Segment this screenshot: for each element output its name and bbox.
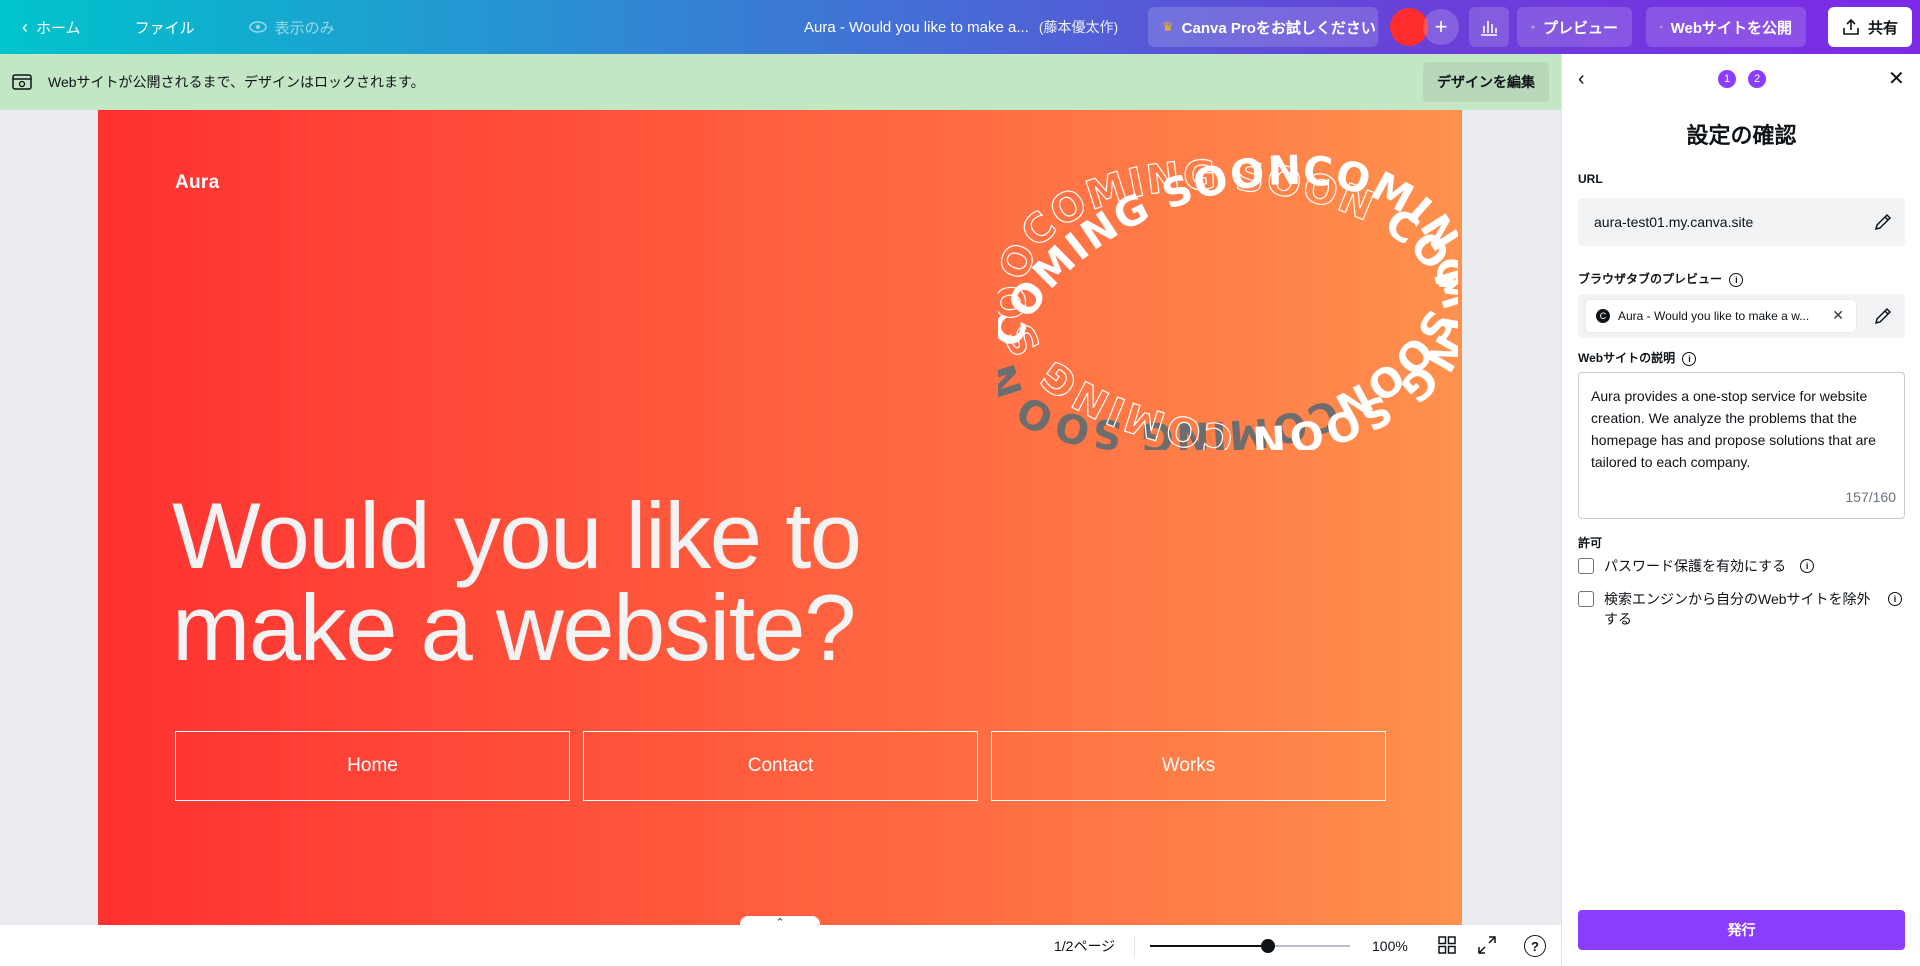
publish-button[interactable]: 発行 xyxy=(1578,910,1905,950)
canvas-workspace: Aura COMING SOON COMING SOON COMING SOON… xyxy=(0,110,1561,925)
headline-line-1: Would you like to xyxy=(172,483,862,588)
description-value: Aura provides a one-stop service for web… xyxy=(1591,388,1876,470)
headline: Would you like to make a website? xyxy=(172,483,1072,680)
pencil-icon[interactable] xyxy=(1873,212,1893,232)
site-logo: Aura xyxy=(175,172,220,193)
design-page[interactable]: Aura COMING SOON COMING SOON COMING SOON… xyxy=(98,110,1462,925)
crown-icon: ♛ xyxy=(1162,19,1174,34)
step-1: 1 xyxy=(1718,70,1736,88)
fullscreen-icon[interactable] xyxy=(1478,936,1496,954)
browser-tab-preview: C Aura - Would you like to make a w... ✕ xyxy=(1586,300,1856,332)
chevron-up-icon: ⌃ xyxy=(775,917,785,925)
search-exclude-row: 検索エンジンから自分のWebサイトを除外する i xyxy=(1578,589,1908,629)
grid-view-icon[interactable] xyxy=(1438,936,1456,954)
url-value: aura-test01.my.canva.site xyxy=(1594,214,1754,230)
close-icon[interactable]: ✕ xyxy=(1888,66,1905,91)
document-owner: (藤本優太作) xyxy=(1038,19,1119,35)
tab-preview-label: ブラウザタブのプレビュー xyxy=(1578,272,1723,286)
password-checkbox[interactable] xyxy=(1578,558,1594,574)
back-chevron-icon[interactable]: ‹ xyxy=(1578,68,1585,91)
url-label: URL xyxy=(1578,172,1603,186)
zoom-slider-fill xyxy=(1150,945,1268,947)
edit-design-button[interactable]: デザインを編集 xyxy=(1423,62,1549,102)
description-label: Webサイトの説明 xyxy=(1578,351,1676,365)
file-menu-button[interactable]: ファイル xyxy=(123,0,207,54)
step-indicator: 1 2 xyxy=(1718,70,1766,88)
favicon-icon: C xyxy=(1596,309,1610,323)
nav-works[interactable]: Works xyxy=(991,731,1386,801)
info-icon[interactable]: i xyxy=(1682,351,1697,366)
zoom-slider-handle[interactable] xyxy=(1261,939,1275,953)
password-protection-row: パスワード保護を有効にする i xyxy=(1578,556,1908,576)
url-field[interactable]: aura-test01.my.canva.site xyxy=(1578,198,1905,246)
share-label: 共有 xyxy=(1867,19,1898,37)
divider xyxy=(1134,935,1135,957)
panel-title: 設定の確認 xyxy=(1686,123,1797,148)
lock-message: Webサイトが公開されるまで、デザインはロックされます。 xyxy=(48,74,425,90)
plus-icon: + xyxy=(1434,14,1448,39)
tab-preview-label-row: ブラウザタブのプレビュー i xyxy=(1578,270,1744,287)
bar-chart-icon xyxy=(1481,21,1497,36)
share-button[interactable]: 共有 xyxy=(1828,7,1912,47)
try-pro-button[interactable]: ♛ Canva Proをお試しください xyxy=(1148,7,1378,47)
search-exclude-checkbox[interactable] xyxy=(1578,591,1594,607)
info-icon[interactable]: i xyxy=(1729,272,1744,287)
share-icon xyxy=(1843,18,1859,35)
zoom-level[interactable]: 100% xyxy=(1372,938,1408,954)
headline-line-2: make a website? xyxy=(172,575,856,680)
coming-soon-graphic: COMING SOON COMING SOON COMING SOON COMI… xyxy=(978,110,1462,463)
lock-banner: Webサイトが公開されるまで、デザインはロックされます。 デザインを編集 xyxy=(0,54,1561,110)
permission-label: 許可 xyxy=(1578,536,1603,550)
collapse-pages-button[interactable]: ⌃ xyxy=(740,916,820,925)
bottom-toolbar: 1/2ページ 100% ? xyxy=(0,925,1561,966)
eye-icon xyxy=(1531,25,1535,29)
view-only-indicator[interactable]: 表示のみ xyxy=(237,0,347,54)
tab-preview-text: Aura - Would you like to make a w... xyxy=(1618,309,1810,323)
description-textarea[interactable]: Aura provides a one-stop service for web… xyxy=(1578,372,1905,519)
pencil-icon[interactable] xyxy=(1873,306,1893,326)
step-2: 2 xyxy=(1748,70,1766,88)
page-indicator[interactable]: 1/2ページ xyxy=(1054,936,1115,956)
tab-close-icon: ✕ xyxy=(1832,307,1844,323)
search-exclude-label: 検索エンジンから自分のWebサイトを除外する xyxy=(1604,591,1871,627)
publish-website-button[interactable]: Webサイトを公開 xyxy=(1646,7,1806,47)
view-only-label: 表示のみ xyxy=(274,19,335,37)
preview-label: プレビュー xyxy=(1542,19,1618,37)
document-title[interactable]: Aura - Would you like to make a... (藤本優太… xyxy=(804,0,1118,54)
character-count: 157/160 xyxy=(1845,489,1896,505)
nav-home[interactable]: Home xyxy=(175,731,570,801)
top-toolbar: ‹ ホーム ファイル 表示のみ Aura - Would you like to… xyxy=(0,0,1920,54)
help-button[interactable]: ? xyxy=(1524,935,1546,957)
publish-website-label: Webサイトを公開 xyxy=(1670,19,1792,37)
file-label: ファイル xyxy=(134,19,195,37)
info-icon[interactable]: i xyxy=(1888,592,1902,606)
chevron-left-icon: ‹ xyxy=(22,16,28,37)
preview-button[interactable]: プレビュー xyxy=(1517,7,1632,47)
password-label: パスワード保護を有効にする xyxy=(1604,558,1787,574)
coming-soon-rings-icon: COMING SOON COMING SOON COMING SOON COMI… xyxy=(978,110,1462,463)
zoom-slider[interactable] xyxy=(1150,945,1350,947)
website-icon xyxy=(1660,25,1663,29)
eye-icon xyxy=(248,21,267,33)
home-button[interactable]: ‹ ホーム xyxy=(10,0,93,54)
nav-contact[interactable]: Contact xyxy=(583,731,978,801)
insights-button[interactable] xyxy=(1469,7,1509,47)
publish-settings-panel: ‹ 1 2 ✕ 設定の確認 URL aura-test01.my.canva.s… xyxy=(1561,54,1920,966)
try-pro-label: Canva Proをお試しください xyxy=(1181,19,1376,37)
tab-preview-field[interactable]: C Aura - Would you like to make a w... ✕ xyxy=(1578,294,1905,338)
add-collaborator-button[interactable]: + xyxy=(1423,9,1459,45)
info-icon[interactable]: i xyxy=(1800,559,1815,573)
website-lock-icon xyxy=(12,74,32,90)
document-title-text: Aura - Would you like to make a... xyxy=(804,18,1029,36)
home-label: ホーム xyxy=(36,19,81,37)
description-label-row: Webサイトの説明 i xyxy=(1578,349,1697,366)
